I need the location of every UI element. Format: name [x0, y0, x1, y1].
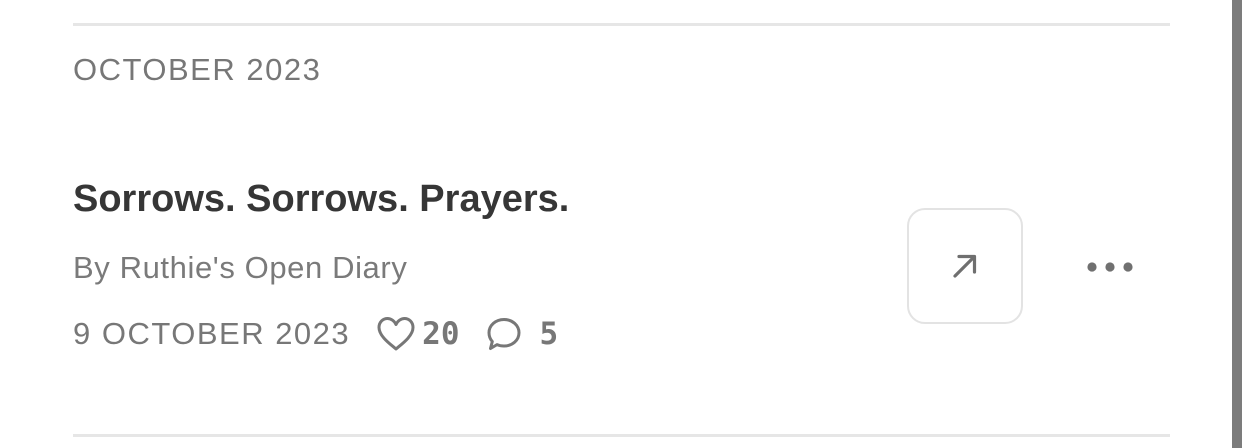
- heart-icon: [376, 316, 416, 352]
- like-count: 20: [422, 316, 460, 352]
- like-button[interactable]: 20: [376, 316, 460, 352]
- post-title-link[interactable]: Sorrows. Sorrows. Prayers.: [73, 178, 569, 221]
- speech-bubble-icon: [486, 316, 522, 352]
- comment-button[interactable]: 5: [486, 316, 559, 352]
- bottom-divider: [73, 434, 1170, 437]
- post-date: 9 OCTOBER 2023: [73, 316, 351, 351]
- post-byline[interactable]: By Ruthie's Open Diary: [73, 250, 407, 286]
- ellipsis-icon: [1086, 261, 1134, 273]
- more-options-button[interactable]: [1080, 246, 1140, 288]
- month-heading: OCTOBER 2023: [73, 52, 322, 87]
- post-meta: 9 OCTOBER 2023 20 5: [73, 314, 558, 354]
- comment-count: 5: [539, 316, 559, 352]
- open-post-button[interactable]: [907, 208, 1023, 324]
- arrow-up-right-icon: [950, 251, 980, 281]
- archive-page: OCTOBER 2023 Sorrows. Sorrows. Prayers. …: [0, 0, 1242, 448]
- top-divider: [73, 23, 1170, 26]
- scrollbar[interactable]: [1232, 0, 1242, 448]
